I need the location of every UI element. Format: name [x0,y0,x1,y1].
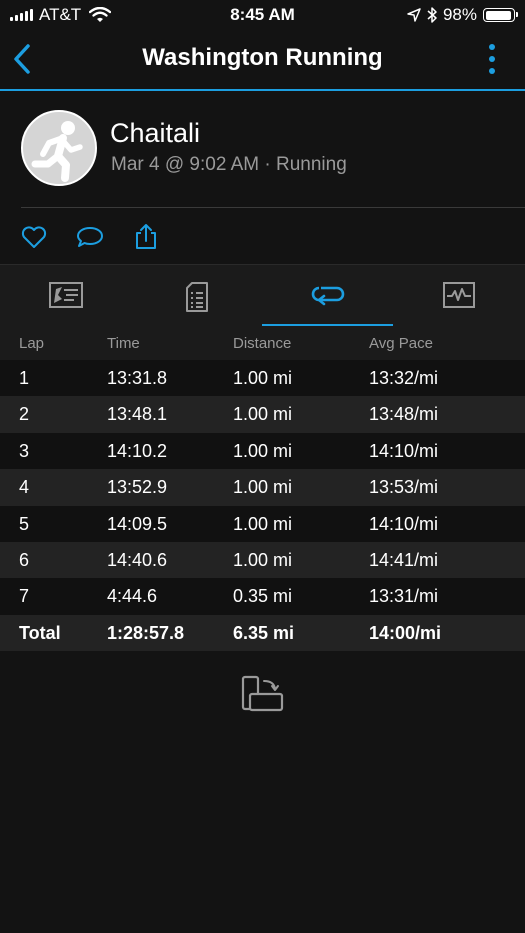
tab-stats[interactable] [131,265,262,327]
lap-number: 3 [19,440,30,461]
lap-number: 4 [19,477,30,498]
lap-time: 14:40.6 [107,549,168,570]
like-icon[interactable] [19,222,49,252]
table-row[interactable]: 5 14:09.5 1.00 mi 14:10/mi [0,505,525,542]
header-lap: Lap [19,335,45,352]
activity-tabs [0,264,525,327]
battery-percent: 98% [442,5,477,24]
lap-time: 14:10.2 [107,440,168,461]
share-icon[interactable] [131,222,161,252]
total-row: Total 1:28:57.8 6.35 mi 14:00/mi [0,614,525,652]
lap-distance: 1.00 mi [233,368,293,388]
total-time: 1:28:57.8 [107,622,185,643]
status-bar: AT&T 8:45 AM 98% [0,0,525,30]
rotate-device-icon[interactable] [240,674,286,714]
laps-tab-icon [311,286,344,306]
lap-pace: 13:48/mi [369,404,439,425]
bluetooth-icon [427,7,437,23]
lap-pace: 14:41/mi [369,549,439,570]
table-row[interactable]: 6 14:40.6 1.00 mi 14:41/mi [0,541,525,579]
page-title: Washington Running [142,44,383,71]
lap-time: 13:48.1 [107,404,168,425]
lap-number: 6 [19,549,30,570]
total-pace: 14:00/mi [369,622,442,643]
lap-time: 4:44.6 [107,586,158,607]
location-arrow-icon [407,8,421,22]
battery-icon [483,8,518,22]
avatar[interactable] [21,110,97,186]
lap-distance: 0.35 mi [233,586,293,607]
table-header: Lap Time Distance Avg Pace [0,326,525,360]
nav-bar: Washington Running [0,30,525,91]
lap-distance: 1.00 mi [233,549,293,570]
divider [21,207,525,208]
lap-pace: 14:10/mi [369,513,439,534]
lap-pace: 13:32/mi [369,368,439,388]
charts-tab-icon [442,282,475,308]
total-distance: 6.35 mi [233,622,295,643]
summary-tab-icon [48,282,83,308]
total-label: Total [19,622,61,643]
header-avg-pace: Avg Pace [369,335,433,352]
table-row[interactable]: 1 13:31.8 1.00 mi 13:32/mi [0,360,525,397]
activity-header: Chaitali Mar 4 @ 9:02 AM · Running [0,91,525,209]
vertical-dots-icon[interactable] [487,44,497,76]
lap-number: 1 [19,368,30,388]
header-distance: Distance [233,335,292,352]
lap-distance: 1.00 mi [233,513,293,534]
table-row[interactable]: 4 13:52.9 1.00 mi 13:53/mi [0,469,525,506]
tab-charts[interactable] [393,265,524,327]
lap-pace: 14:10/mi [369,440,439,461]
comment-icon[interactable] [75,222,105,252]
lap-time: 13:52.9 [107,477,168,498]
table-row[interactable]: 7 4:44.6 0.35 mi 13:31/mi [0,578,525,615]
lap-number: 7 [19,586,30,607]
table-row[interactable]: 3 14:10.2 1.00 mi 14:10/mi [0,432,525,470]
lap-number: 5 [19,513,30,534]
tab-summary[interactable] [0,265,131,327]
header-time: Time [107,335,140,352]
lap-distance: 1.00 mi [233,477,293,498]
lap-distance: 1.00 mi [233,440,293,461]
lap-pace: 13:53/mi [369,477,439,498]
lap-pace: 13:31/mi [369,586,439,607]
lap-distance: 1.00 mi [233,404,293,425]
tab-laps[interactable] [262,265,393,327]
status-right: 98% [407,5,518,25]
lap-number: 2 [19,404,30,425]
athlete-name[interactable]: Chaitali [110,118,200,149]
activity-meta: Mar 4 @ 9:02 AM · Running [111,154,347,175]
runner-icon [31,121,83,182]
lap-time: 13:31.8 [107,368,168,388]
action-bar [0,210,525,262]
lap-time: 14:09.5 [107,513,168,534]
laps-table: Lap Time Distance Avg Pace 1 13:31.8 1.0… [0,326,525,652]
table-row[interactable]: 2 13:48.1 1.00 mi 13:48/mi [0,396,525,433]
stats-tab-icon [185,282,208,312]
